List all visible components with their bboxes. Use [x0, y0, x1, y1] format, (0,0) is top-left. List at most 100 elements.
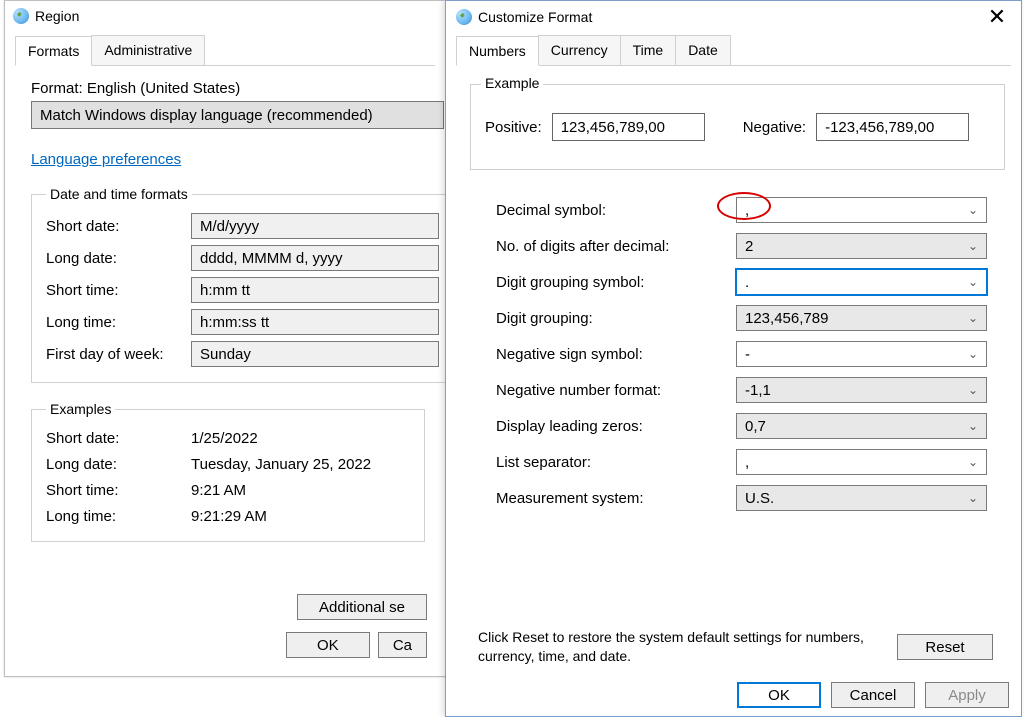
- measure-label: Measurement system:: [496, 490, 736, 507]
- list-sep-combo[interactable]: , ⌄: [736, 449, 987, 475]
- leading-zero-combo[interactable]: 0,7 ⌄: [736, 413, 987, 439]
- chevron-down-icon: ⌄: [968, 383, 978, 397]
- negative-label: Negative:: [743, 119, 806, 136]
- customize-titlebar[interactable]: Customize Format ✕: [446, 1, 1021, 33]
- tab-numbers[interactable]: Numbers: [456, 36, 539, 66]
- format-combo[interactable]: Match Windows display language (recommen…: [31, 101, 444, 129]
- format-label: Format: English (United States): [31, 80, 425, 97]
- ex-short-time-label: Short time:: [46, 482, 191, 499]
- digits-after-combo[interactable]: 2 ⌄: [736, 233, 987, 259]
- chevron-down-icon: ⌄: [968, 347, 978, 361]
- grouping-label: Digit grouping:: [496, 310, 736, 327]
- measure-combo[interactable]: U.S. ⌄: [736, 485, 987, 511]
- chevron-down-icon: ⌄: [968, 455, 978, 469]
- long-time-value: h:mm:ss tt: [200, 314, 269, 331]
- examples-legend: Examples: [46, 401, 115, 417]
- short-date-value: M/d/yyyy: [200, 218, 259, 235]
- neg-sign-value: -: [745, 346, 750, 363]
- customize-title-text: Customize Format: [478, 9, 592, 25]
- ex-long-time-label: Long time:: [46, 508, 191, 525]
- chevron-down-icon: ⌄: [968, 491, 978, 505]
- ex-short-date-label: Short date:: [46, 430, 191, 447]
- globe-icon: [456, 9, 472, 25]
- chevron-down-icon: ⌄: [968, 239, 978, 253]
- customize-ok-button[interactable]: OK: [737, 682, 821, 708]
- first-day-combo[interactable]: Sunday: [191, 341, 439, 367]
- short-time-label: Short time:: [46, 282, 191, 299]
- list-sep-value: ,: [745, 454, 749, 471]
- tab-administrative[interactable]: Administrative: [91, 35, 205, 65]
- tab-currency[interactable]: Currency: [538, 35, 621, 65]
- short-time-value: h:mm tt: [200, 282, 250, 299]
- measure-value: U.S.: [745, 490, 774, 507]
- reset-description: Click Reset to restore the system defaul…: [478, 628, 897, 666]
- grouping-symbol-label: Digit grouping symbol:: [496, 274, 736, 291]
- decimal-symbol-combo[interactable]: , ⌄: [736, 197, 987, 223]
- tab-date[interactable]: Date: [675, 35, 731, 65]
- tab-formats[interactable]: Formats: [15, 36, 92, 66]
- neg-fmt-value: -1,1: [745, 382, 771, 399]
- reset-button[interactable]: Reset: [897, 634, 993, 660]
- short-date-label: Short date:: [46, 218, 191, 235]
- list-sep-label: List separator:: [496, 454, 736, 471]
- neg-fmt-combo[interactable]: -1,1 ⌄: [736, 377, 987, 403]
- additional-settings-button[interactable]: Additional se: [297, 594, 427, 620]
- customize-format-dialog: Customize Format ✕ Numbers Currency Time…: [445, 0, 1022, 717]
- ex-short-time-value: 9:21 AM: [191, 482, 246, 499]
- long-date-combo[interactable]: dddd, MMMM d, yyyy: [191, 245, 439, 271]
- positive-example-value: 123,456,789,00: [561, 119, 665, 136]
- first-day-label: First day of week:: [46, 346, 191, 363]
- digits-after-label: No. of digits after decimal:: [496, 238, 736, 255]
- example-legend: Example: [481, 75, 543, 91]
- leading-zero-label: Display leading zeros:: [496, 418, 736, 435]
- region-titlebar[interactable]: Region: [5, 1, 445, 31]
- grouping-symbol-value: .: [745, 274, 749, 291]
- number-settings: Decimal symbol: , ⌄ No. of digits after …: [456, 188, 1011, 516]
- decimal-symbol-label: Decimal symbol:: [496, 202, 736, 219]
- positive-example-field: 123,456,789,00: [552, 113, 705, 141]
- chevron-down-icon: ⌄: [968, 311, 978, 325]
- chevron-down-icon: ⌄: [968, 203, 978, 217]
- customize-apply-button[interactable]: Apply: [925, 682, 1009, 708]
- tab-time[interactable]: Time: [620, 35, 677, 65]
- short-time-combo[interactable]: h:mm tt: [191, 277, 439, 303]
- region-title-text: Region: [35, 8, 79, 24]
- examples-group: Examples Short date: 1/25/2022 Long date…: [31, 401, 425, 542]
- region-ok-button[interactable]: OK: [286, 632, 370, 658]
- ex-short-date-value: 1/25/2022: [191, 430, 258, 447]
- region-tabs: Formats Administrative: [15, 35, 435, 66]
- grouping-value: 123,456,789: [745, 310, 828, 327]
- date-time-legend: Date and time formats: [46, 186, 192, 202]
- neg-sign-label: Negative sign symbol:: [496, 346, 736, 363]
- chevron-down-icon: ⌄: [968, 419, 978, 433]
- example-group: Example Positive: 123,456,789,00 Negativ…: [470, 84, 1005, 170]
- ex-long-time-value: 9:21:29 AM: [191, 508, 267, 525]
- grouping-symbol-combo[interactable]: . ⌄: [736, 269, 987, 295]
- neg-sign-combo[interactable]: - ⌄: [736, 341, 987, 367]
- region-cancel-button[interactable]: Ca: [378, 632, 427, 658]
- long-date-value: dddd, MMMM d, yyyy: [200, 250, 343, 267]
- ex-long-date-value: Tuesday, January 25, 2022: [191, 456, 371, 473]
- first-day-value: Sunday: [200, 346, 251, 363]
- leading-zero-value: 0,7: [745, 418, 766, 435]
- long-time-label: Long time:: [46, 314, 191, 331]
- customize-tabs: Numbers Currency Time Date: [456, 35, 1011, 66]
- digits-after-value: 2: [745, 238, 753, 255]
- date-time-group: Date and time formats Short date: M/d/yy…: [31, 186, 450, 383]
- long-date-label: Long date:: [46, 250, 191, 267]
- short-date-combo[interactable]: M/d/yyyy: [191, 213, 439, 239]
- globe-icon: [13, 8, 29, 24]
- region-dialog: Region Formats Administrative Format: En…: [4, 0, 446, 677]
- negative-example-field: -123,456,789,00: [816, 113, 969, 141]
- language-preferences-link[interactable]: Language preferences: [31, 151, 181, 168]
- long-time-combo[interactable]: h:mm:ss tt: [191, 309, 439, 335]
- customize-cancel-button[interactable]: Cancel: [831, 682, 915, 708]
- decimal-symbol-value: ,: [745, 202, 749, 219]
- chevron-down-icon: ⌄: [968, 275, 978, 289]
- negative-example-value: -123,456,789,00: [825, 119, 934, 136]
- grouping-combo[interactable]: 123,456,789 ⌄: [736, 305, 987, 331]
- format-combo-value: Match Windows display language (recommen…: [40, 107, 373, 124]
- positive-label: Positive:: [485, 119, 542, 136]
- close-icon[interactable]: ✕: [979, 6, 1015, 28]
- neg-fmt-label: Negative number format:: [496, 382, 736, 399]
